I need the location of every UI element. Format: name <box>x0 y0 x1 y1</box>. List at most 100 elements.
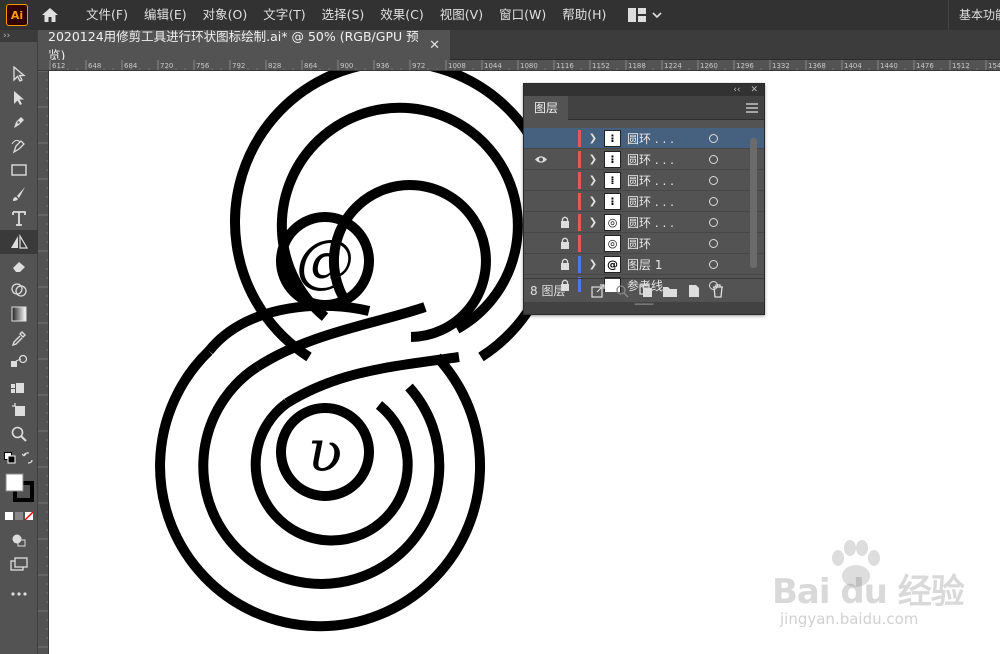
close-icon[interactable]: ✕ <box>429 38 440 53</box>
create-new-layer-icon[interactable] <box>682 284 706 298</box>
expand-arrow-icon[interactable]: ❯ <box>585 259 601 270</box>
rectangle-tool[interactable] <box>0 158 38 182</box>
ruler-tick-label: 1368 <box>808 62 826 70</box>
arrange-documents-button[interactable] <box>628 8 662 22</box>
vertical-ruler[interactable] <box>38 71 49 654</box>
paintbrush-tool[interactable] <box>0 182 38 206</box>
create-sublayer-icon[interactable] <box>658 284 682 298</box>
layer-row[interactable]: ❯ ⁝ 圆环 . . . <box>524 191 764 212</box>
symbol-sprayer-tool[interactable] <box>0 374 38 398</box>
lock-toggle[interactable] <box>554 237 576 249</box>
tab-layers[interactable]: 图层 <box>524 95 569 120</box>
target-circle-icon[interactable] <box>709 196 718 206</box>
menu-window[interactable]: 窗口(W) <box>491 0 554 30</box>
curvature-tool[interactable] <box>0 134 38 158</box>
collapse-panel-icon[interactable]: ‹‹ <box>733 85 740 95</box>
workspace-switcher[interactable]: 基本功能 <box>948 0 1000 30</box>
layer-thumbnail: ◎ <box>604 234 621 252</box>
curvature-icon <box>11 139 25 154</box>
screen-mode-button[interactable] <box>0 552 38 576</box>
menu-view[interactable]: 视图(V) <box>432 0 491 30</box>
layer-name[interactable]: 图层 1 <box>627 256 705 273</box>
gradient-icon <box>11 306 27 322</box>
gradient-tool[interactable] <box>0 302 38 326</box>
make-clipping-mask-icon[interactable] <box>634 283 658 298</box>
color-mode-buttons[interactable] <box>0 504 38 528</box>
toolbar-collapse-icon[interactable]: ›› <box>0 30 37 42</box>
eyedropper-tool[interactable] <box>0 326 38 350</box>
layer-name[interactable]: 圆环 . . . <box>627 172 705 189</box>
shape-builder-tool[interactable] <box>0 278 38 302</box>
lock-icon <box>561 258 569 270</box>
direct-selection-tool[interactable] <box>0 86 38 110</box>
home-icon[interactable] <box>38 3 62 27</box>
layer-row[interactable]: ❯ @ 图层 1 <box>524 254 764 275</box>
layer-row[interactable]: ❯ ⁞ 圆环 . . . <box>524 170 764 191</box>
layer-color-swatch <box>578 171 581 189</box>
expand-arrow-icon[interactable]: ❯ <box>585 175 601 186</box>
layer-row[interactable]: ❯ ⁝ 圆环 . . . <box>524 128 764 149</box>
connector-inner <box>284 352 460 408</box>
artboard-tool[interactable] <box>0 398 38 422</box>
zoom-icon <box>11 426 27 442</box>
expand-arrow-icon[interactable]: ❯ <box>585 196 601 207</box>
target-circle-icon[interactable] <box>709 217 718 227</box>
expand-arrow-icon[interactable]: ❯ <box>585 217 601 228</box>
layer-row[interactable]: ◎ 圆环 <box>524 233 764 254</box>
export-for-screens-icon[interactable] <box>586 283 610 298</box>
layers-footer: 8 图层 <box>524 278 764 302</box>
app-logo[interactable]: Ai <box>6 4 28 26</box>
close-panel-icon[interactable]: ✕ <box>750 85 758 95</box>
layer-color-swatch <box>578 255 581 273</box>
ruler-tick-label: 1440 <box>880 62 898 70</box>
target-circle-icon[interactable] <box>709 175 718 185</box>
scrollbar-thumb[interactable] <box>750 138 757 268</box>
symbol-sprayer-icon <box>11 383 24 393</box>
target-circle-icon[interactable] <box>709 259 718 269</box>
document-tab-bar: 2020124用修剪工具进行环状图标绘制.ai* @ 50% (RGB/GPU … <box>38 29 1000 63</box>
lock-toggle[interactable] <box>554 258 576 270</box>
locate-object-icon[interactable] <box>610 284 634 298</box>
drawing-mode-button[interactable] <box>0 528 38 552</box>
blend-tool[interactable] <box>0 350 38 374</box>
layer-color-swatch <box>578 234 581 252</box>
target-circle-icon[interactable] <box>709 238 718 248</box>
layer-name[interactable]: 圆环 . . . <box>627 214 705 231</box>
menu-help[interactable]: 帮助(H) <box>554 0 614 30</box>
type-tool[interactable] <box>0 206 38 230</box>
ruler-tick-label: 792 <box>232 62 245 70</box>
ruler-tick-label: 612 <box>52 62 65 70</box>
pen-tool[interactable] <box>0 110 38 134</box>
layer-name[interactable]: 圆环 <box>627 235 705 252</box>
ruler-tick-label: 972 <box>412 62 425 70</box>
document-tab[interactable]: 2020124用修剪工具进行环状图标绘制.ai* @ 50% (RGB/GPU … <box>38 29 450 63</box>
draw-inside-icon <box>12 534 26 547</box>
layer-thumbnail: ⁝ <box>604 150 621 168</box>
panel-menu-icon[interactable] <box>746 102 758 113</box>
more-tools-button[interactable] <box>0 582 38 606</box>
visibility-toggle[interactable] <box>528 155 554 164</box>
target-circle-icon[interactable] <box>709 133 718 143</box>
selection-tool[interactable] <box>0 62 38 86</box>
layer-name[interactable]: 圆环 . . . <box>627 193 705 210</box>
panel-titlebar[interactable]: ‹‹ ✕ <box>524 84 764 96</box>
trash-icon[interactable] <box>706 283 730 298</box>
layer-name[interactable]: 圆环 . . . <box>627 151 705 168</box>
panel-resize-grip[interactable]: ▔▔▔ <box>524 302 764 314</box>
eraser-tool[interactable] <box>0 254 38 278</box>
default-colors-swap[interactable] <box>0 446 38 470</box>
layer-list-scrollbar[interactable] <box>749 128 758 292</box>
color-none-icon <box>5 511 34 521</box>
layer-thumbnail: ◎ <box>604 213 621 231</box>
layer-row[interactable]: ❯ ⁝ 圆环 . . . <box>524 149 764 170</box>
fill-stroke-swatches[interactable] <box>0 470 38 504</box>
reflect-tool[interactable] <box>0 230 38 254</box>
layer-row[interactable]: ❯ ◎ 圆环 . . . <box>524 212 764 233</box>
lock-toggle[interactable] <box>554 216 576 228</box>
horizontal-ruler[interactable]: 612 648 684 720 756 792 828 864 900 936 972 1008 104… <box>38 60 1000 71</box>
expand-arrow-icon[interactable]: ❯ <box>585 154 601 165</box>
expand-arrow-icon[interactable]: ❯ <box>585 133 601 144</box>
layer-name[interactable]: 圆环 . . . <box>627 130 705 147</box>
zoom-tool[interactable] <box>0 422 38 446</box>
target-circle-icon[interactable] <box>709 154 718 164</box>
